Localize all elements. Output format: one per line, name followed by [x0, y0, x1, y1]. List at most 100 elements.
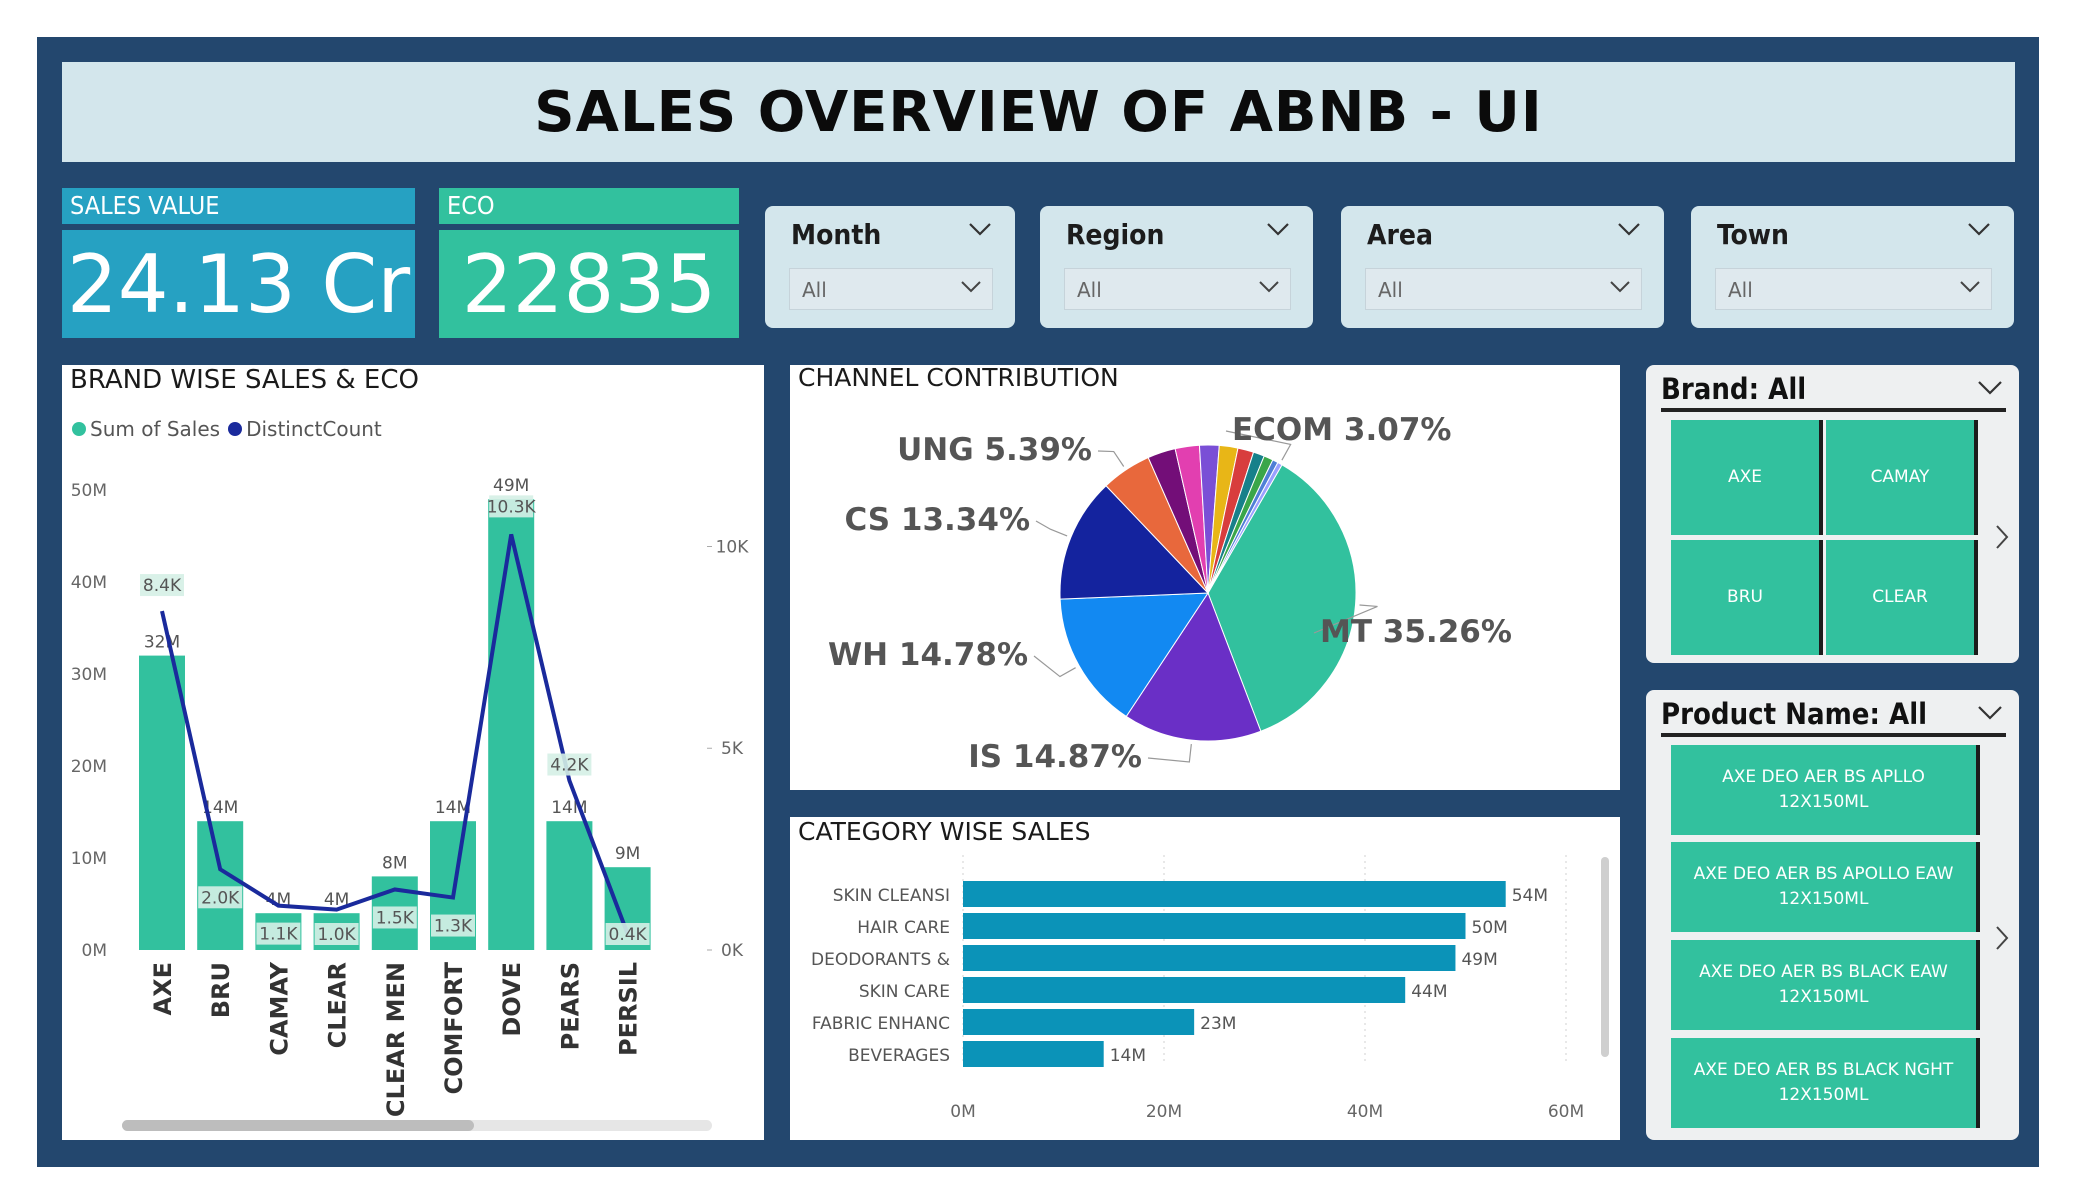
- category-tick-label: HAIR CARE: [857, 918, 950, 938]
- area-value: All: [1378, 278, 1403, 302]
- pie-slice-label: IS 14.87%: [968, 739, 1142, 775]
- product-tile-line2: 12X150ML: [1778, 1085, 1869, 1105]
- category-bar: [963, 881, 1506, 907]
- region-slicer-label: Region: [1066, 218, 1165, 251]
- sales-data-label: 32M: [144, 633, 180, 653]
- title-banner: SALES OVERVIEW OF ABNB - UI: [62, 62, 2015, 162]
- distinct-data-label: 1.0K: [318, 925, 357, 945]
- chevron-down-icon: [1610, 281, 1630, 293]
- y-right-tick-label: 5K: [721, 739, 744, 759]
- chevron-down-icon[interactable]: [1616, 220, 1642, 238]
- channel-chart-card: CHANNEL CONTRIBUTION MT 35.26% IS 14.87% W…: [790, 363, 1620, 790]
- town-slicer-label: Town: [1717, 218, 1789, 251]
- category-tick-label: CLEAR: [324, 962, 352, 1048]
- product-tile-line1: AXE DEO AER BS BLACK EAW: [1699, 962, 1948, 982]
- region-value: All: [1077, 278, 1102, 302]
- tile-divider: [1819, 420, 1823, 535]
- horizontal-scrollbar[interactable]: [122, 1120, 712, 1131]
- sales-value-label: SALES VALUE: [62, 188, 415, 224]
- area-slicer[interactable]: Area All: [1341, 206, 1664, 328]
- distinct-data-label: 1.1K: [259, 925, 298, 945]
- tile-divider: [1974, 420, 1978, 535]
- sales-bar: [488, 499, 535, 950]
- x-tick-label: 20M: [1146, 1102, 1182, 1122]
- vertical-scrollbar[interactable]: [1601, 857, 1609, 1057]
- sales-data-label: 8M: [382, 853, 407, 873]
- eco-card: 22835: [439, 230, 739, 338]
- month-slicer[interactable]: Month All: [765, 206, 1015, 328]
- region-slicer[interactable]: Region All: [1040, 206, 1313, 328]
- town-slicer[interactable]: Town All: [1691, 206, 2014, 328]
- product-tile[interactable]: AXE DEO AER BS APOLLO EAW 12X150ML: [1671, 842, 1976, 932]
- brand-tile[interactable]: CAMAY: [1826, 420, 1974, 535]
- product-tile[interactable]: AXE DEO AER BS BLACK NGHT 12X150ML: [1671, 1038, 1976, 1128]
- product-tile-line1: AXE DEO AER BS APOLLO EAW: [1693, 864, 1954, 884]
- category-tick-label: PEARS: [556, 962, 584, 1050]
- tile-divider: [1976, 745, 1980, 835]
- category-data-label: 14M: [1110, 1046, 1146, 1066]
- pie-leader-line: [1033, 655, 1076, 678]
- distinct-data-label: 1.3K: [434, 917, 473, 937]
- town-value: All: [1728, 278, 1753, 302]
- pie-slice-label: CS 13.34%: [844, 502, 1030, 538]
- product-tile-line1: AXE DEO AER BS APLLO: [1722, 767, 1925, 787]
- chevron-down-icon[interactable]: [1966, 220, 1992, 238]
- chevron-down-icon[interactable]: [1265, 220, 1291, 238]
- chevron-right-icon[interactable]: [1994, 924, 2010, 952]
- category-tick-label: AXE: [149, 962, 177, 1015]
- product-tile[interactable]: AXE DEO AER BS BLACK EAW 12X150ML: [1671, 940, 1976, 1030]
- brand-slicer-panel: Brand: All AXE CAMAY BRU CLEAR: [1646, 365, 2019, 663]
- category-tick-label: COMFORT: [440, 961, 468, 1094]
- brand-tile[interactable]: CLEAR: [1826, 540, 1974, 655]
- region-dropdown[interactable]: All: [1064, 268, 1291, 310]
- chevron-down-icon[interactable]: [1976, 704, 2004, 722]
- x-tick-label: 0M: [950, 1102, 975, 1122]
- pie-leader-line: [1097, 450, 1125, 467]
- category-data-label: 44M: [1411, 982, 1447, 1002]
- chevron-right-icon[interactable]: [1994, 523, 2010, 551]
- chevron-down-icon[interactable]: [1976, 379, 2004, 397]
- month-dropdown[interactable]: All: [789, 268, 993, 310]
- pie-slice-label: UNG 5.39%: [897, 432, 1092, 468]
- category-bar: [963, 1009, 1195, 1035]
- x-tick-label: 60M: [1548, 1102, 1584, 1122]
- panel-underline: [1661, 733, 2006, 737]
- brand-tile[interactable]: AXE: [1671, 420, 1819, 535]
- y-right-tick-label: 0K: [721, 941, 744, 961]
- distinct-data-label: 2.0K: [201, 888, 240, 908]
- y-left-tick-label: 40M: [71, 573, 107, 593]
- product-panel-title: Product Name: All: [1661, 697, 1928, 731]
- scrollbar-thumb[interactable]: [122, 1120, 474, 1131]
- chevron-down-icon[interactable]: [967, 220, 993, 238]
- page-title: SALES OVERVIEW OF ABNB - UI: [534, 79, 1543, 145]
- brand-chart-svg: 0M10M20M30M40M50M0K5K10K32MAXE14MBRU4MCA…: [71, 476, 750, 1117]
- category-tick-label: BRU: [207, 962, 235, 1018]
- tile-divider: [1974, 540, 1978, 655]
- category-tick-label: SKIN CLEANSI: [833, 886, 950, 906]
- pie-slice-label: MT 35.26%: [1320, 614, 1512, 650]
- town-dropdown[interactable]: All: [1715, 268, 1992, 310]
- y-left-tick-label: 20M: [71, 757, 107, 777]
- category-tick-label: DEODORANTS &: [811, 950, 950, 970]
- sales-data-label: 49M: [493, 476, 529, 496]
- category-bar: [963, 913, 1466, 939]
- month-value: All: [802, 278, 827, 302]
- area-dropdown[interactable]: All: [1365, 268, 1642, 310]
- brand-tile[interactable]: BRU: [1671, 540, 1819, 655]
- category-tick-label: BEVERAGES: [848, 1046, 950, 1066]
- y-left-tick-label: 10M: [71, 849, 107, 869]
- y-left-tick-label: 50M: [71, 481, 107, 501]
- product-tile[interactable]: AXE DEO AER BS APLLO 12X150ML: [1671, 745, 1976, 835]
- distinct-data-label: 10.3K: [487, 497, 537, 517]
- category-tick-label: CAMAY: [265, 961, 293, 1055]
- category-bar: [963, 977, 1406, 1003]
- pie-leader-line: [1035, 520, 1068, 537]
- area-slicer-label: Area: [1367, 218, 1434, 251]
- sales-value-card: 24.13 Cr: [62, 230, 415, 338]
- product-slicer-panel: Product Name: All AXE DEO AER BS APLLO 1…: [1646, 690, 2019, 1140]
- product-tile-line1: AXE DEO AER BS BLACK NGHT: [1693, 1060, 1954, 1080]
- chevron-down-icon: [1960, 281, 1980, 293]
- product-tile-line2: 12X150ML: [1778, 889, 1869, 909]
- pie-slice-label: ECOM 3.07%: [1232, 412, 1451, 448]
- category-bar-svg: 0M 20M 40M 60M SKIN CLEANSI 54M HAIR CARE 50M DE…: [811, 855, 1584, 1122]
